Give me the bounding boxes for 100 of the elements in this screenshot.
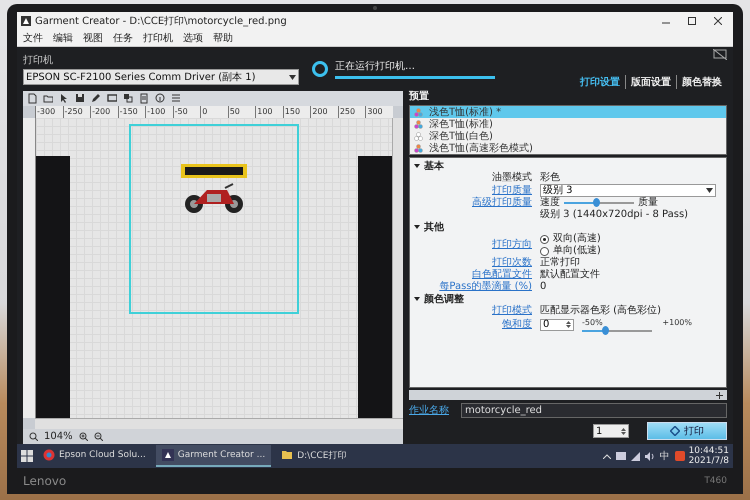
scrollbar[interactable] xyxy=(35,418,403,429)
menu-item[interactable]: 任务 xyxy=(113,31,133,45)
job-name-field[interactable]: motorcycle_red xyxy=(461,402,727,418)
progress-text: 正在运行打印机… xyxy=(335,60,416,73)
radio-button[interactable] xyxy=(540,234,549,244)
zoom-level: 104% xyxy=(44,431,73,442)
slider-label: +100% xyxy=(662,317,692,329)
caret-icon[interactable] xyxy=(706,188,713,193)
document-icon[interactable] xyxy=(27,93,37,104)
info-icon[interactable] xyxy=(155,93,165,104)
taskbar-button[interactable]: Epson Cloud Solu... xyxy=(37,445,152,467)
app-icon xyxy=(162,449,174,461)
slider-thumb[interactable] xyxy=(602,326,610,335)
triangle-icon[interactable] xyxy=(414,296,420,302)
setting-link[interactable]: 饱和度 xyxy=(414,318,532,330)
taskbar-button[interactable]: Garment Creator ... xyxy=(156,445,272,467)
menu-item[interactable]: 编辑 xyxy=(53,31,73,45)
triangle-icon[interactable] xyxy=(414,163,420,169)
clock-date: 2021/7/8 xyxy=(688,456,729,466)
setting-value: 匹配显示器色彩 (高色彩位) xyxy=(540,305,662,317)
chevron-up-icon[interactable] xyxy=(602,454,611,458)
taskbar-button[interactable]: D:\CCE打印 xyxy=(275,445,352,467)
motorcycle-drawing xyxy=(179,164,249,216)
number-field[interactable]: 0 xyxy=(540,318,574,330)
scrollbar[interactable] xyxy=(392,118,403,418)
setting-link[interactable]: 打印质量 xyxy=(414,184,532,196)
close-icon xyxy=(714,17,722,25)
monitor-icon xyxy=(713,49,727,60)
caret-icon[interactable] xyxy=(289,74,296,80)
pointer-icon[interactable] xyxy=(59,93,69,104)
setting-link[interactable]: 高级打印质量 xyxy=(414,197,532,209)
menu-item[interactable]: 帮助 xyxy=(213,31,233,45)
list-icon[interactable] xyxy=(171,93,181,104)
section-title: 其他 xyxy=(424,220,444,234)
clipboard-icon[interactable] xyxy=(139,93,149,104)
setting-value: 级别 3 (1440x720dpi - 8 Pass) xyxy=(540,209,690,221)
printer-dropdown[interactable]: EPSON SC-F2100 Series Comm Driver (副本 1) xyxy=(23,69,299,85)
zoom-out-icon[interactable] xyxy=(94,432,103,441)
diamond-icon xyxy=(670,426,680,436)
setting-link[interactable]: 打印方向 xyxy=(414,239,532,251)
speaker-icon[interactable] xyxy=(644,452,655,460)
app-icon xyxy=(21,16,31,26)
spinner-arrows-icon xyxy=(566,320,571,329)
slider-label: -50% xyxy=(582,317,603,329)
tab[interactable]: 版面设置 xyxy=(625,75,676,89)
ink-dots-icon xyxy=(414,120,423,128)
pencil-icon[interactable] xyxy=(91,93,101,104)
slider-thumb[interactable] xyxy=(592,198,600,207)
setting-value: 正常打印 xyxy=(540,257,581,268)
laptop-brand: Lenovo xyxy=(23,474,66,488)
preset-item[interactable]: 深色T恤(标准) xyxy=(410,118,726,130)
preset-item[interactable]: 浅色T恤(高速彩色模式) xyxy=(410,142,726,154)
spinner-icon xyxy=(311,60,329,78)
ink-dots-icon xyxy=(414,132,423,140)
radio-label: 双向(高速) xyxy=(553,233,601,244)
slider-label: 速度 xyxy=(540,197,560,209)
app-icon[interactable] xyxy=(674,451,685,461)
save-icon[interactable] xyxy=(75,93,85,104)
layers-icon[interactable] xyxy=(123,93,133,104)
setting-link[interactable]: 打印模式 xyxy=(414,305,532,317)
setting-link[interactable]: 白色配置文件 xyxy=(414,269,532,281)
preset-item[interactable]: 深色T恤(白色) xyxy=(410,130,726,142)
menu-item[interactable]: 选项 xyxy=(183,31,203,45)
input-method-indicator[interactable]: 中 xyxy=(660,449,670,463)
menu-item[interactable]: 打印机 xyxy=(143,31,173,45)
browser-icon xyxy=(43,449,55,461)
ink-dots-icon xyxy=(414,108,423,116)
windows-icon[interactable] xyxy=(21,450,33,462)
job-name-link[interactable]: 作业名称 xyxy=(409,403,453,417)
ink-dots-icon xyxy=(414,144,423,152)
radio-button[interactable] xyxy=(540,246,549,256)
window-title: Garment Creator - D:\CCE打印\motorcycle_red.png xyxy=(35,14,288,28)
print-button[interactable]: 打印 xyxy=(647,422,727,440)
setting-value: 默认配置文件 xyxy=(540,269,601,281)
plus-icon[interactable] xyxy=(716,392,723,398)
tab[interactable]: 打印设置 xyxy=(575,75,625,89)
network-icon[interactable] xyxy=(630,452,640,460)
zoom-in-icon[interactable] xyxy=(78,432,88,441)
radio-label: 单向(低速) xyxy=(553,245,601,256)
spinner-arrows-icon xyxy=(621,426,626,436)
laptop-model: T460 xyxy=(704,476,727,486)
setting-link[interactable]: 打印次数 xyxy=(414,257,532,269)
slider-label: 质量 xyxy=(638,197,658,209)
triangle-icon[interactable] xyxy=(414,224,420,230)
setting-label: 油墨模式 xyxy=(491,172,532,184)
section-title: 基本 xyxy=(424,160,444,173)
camera-icon xyxy=(373,6,377,10)
dropdown[interactable]: 级别 3 xyxy=(540,184,716,197)
menu-item[interactable]: 文件 xyxy=(23,31,43,45)
setting-value: 0 xyxy=(540,281,548,293)
setting-link[interactable]: 每Pass的墨滴量 (%) xyxy=(414,281,532,293)
preset-label: 预置 xyxy=(409,91,430,103)
preset-item[interactable]: 浅色T恤(标准) * xyxy=(410,106,726,118)
tab[interactable]: 颜色替换 xyxy=(676,75,727,89)
printer-label: 打印机 xyxy=(23,54,54,67)
menu-item[interactable]: 视图 xyxy=(83,31,103,45)
maximize-icon xyxy=(688,17,696,25)
search-icon[interactable] xyxy=(29,432,38,441)
section-title: 颜色调整 xyxy=(424,292,464,306)
copies-field[interactable]: 1 xyxy=(593,424,629,438)
